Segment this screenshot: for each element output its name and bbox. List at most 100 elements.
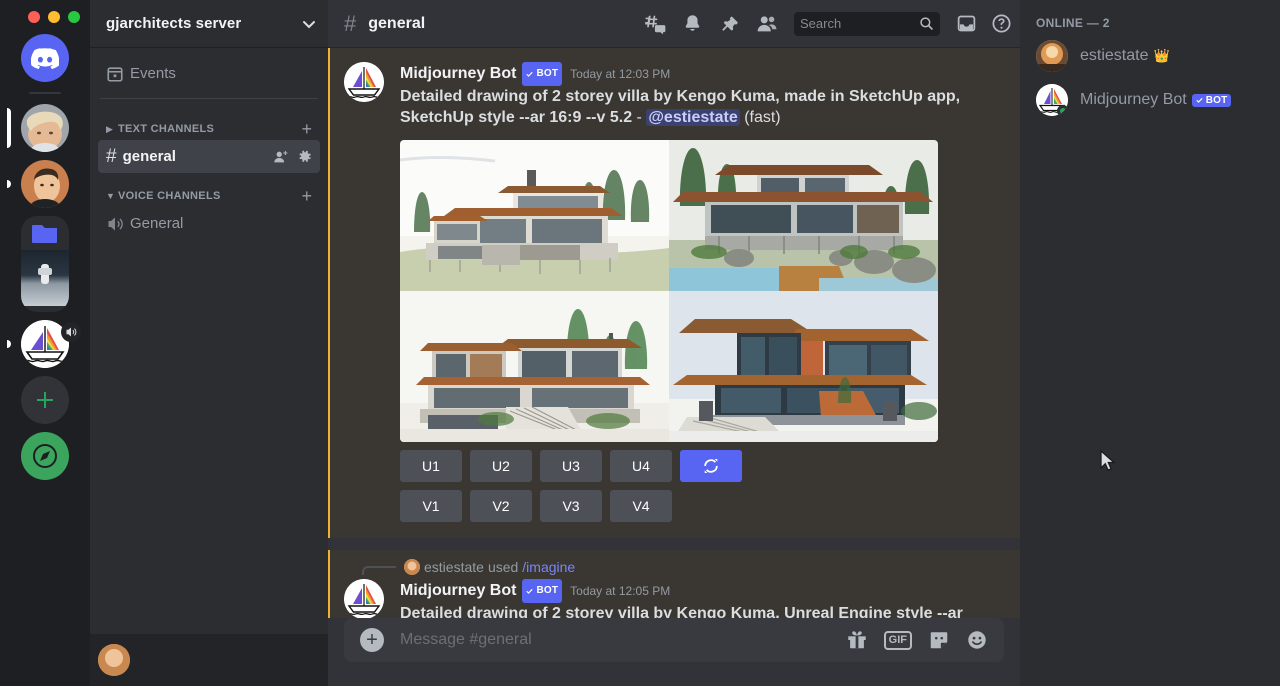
channel-sidebar: gjarchitects server Events ▶ TEXT CHANNE…	[90, 0, 328, 686]
message-input-placeholder[interactable]: Message #general	[400, 631, 830, 649]
sidebar-item-events[interactable]: Events	[98, 57, 320, 90]
verified-check-icon	[1196, 97, 1203, 103]
edit-channel-icon[interactable]	[297, 149, 312, 164]
message-group-1: Midjourney Bot BOT Today at 12:03 PM Det…	[328, 48, 1020, 538]
server-header-dropdown[interactable]: gjarchitects server	[90, 0, 328, 48]
sidebar-divider	[100, 98, 318, 99]
variation-v2-button[interactable]: V2	[470, 490, 532, 522]
sticker-icon[interactable]	[928, 629, 950, 651]
upload-attachment-button[interactable]: +	[360, 628, 384, 652]
close-window-button[interactable]	[28, 11, 40, 23]
hash-icon: #	[106, 145, 117, 167]
chevron-down-icon[interactable]	[300, 15, 318, 33]
notification-bell-icon[interactable]	[682, 13, 703, 34]
member-item-midjourney-bot[interactable]: Midjourney Bot BOT	[1028, 78, 1272, 122]
avatar[interactable]	[98, 644, 130, 676]
avatar[interactable]	[344, 62, 384, 102]
calendar-icon	[106, 65, 124, 83]
avatar[interactable]	[404, 558, 420, 575]
command-user[interactable]: estiestate	[424, 559, 484, 575]
help-icon[interactable]	[991, 13, 1012, 34]
server-unread-indicator	[7, 180, 11, 188]
category-voice-channels[interactable]: ▼ VOICE CHANNELS +	[98, 174, 320, 206]
member-item-estiestate[interactable]: estiestate 👑	[1028, 34, 1272, 78]
verified-check-icon	[526, 71, 534, 77]
gift-icon[interactable]	[846, 629, 868, 651]
message-input-box[interactable]: + Message #general GIF	[344, 618, 1004, 662]
explore-servers-button[interactable]	[9, 432, 81, 480]
server-avatar-3[interactable]	[21, 250, 69, 306]
avatar[interactable]	[344, 579, 384, 618]
variation-v3-button[interactable]: V3	[540, 490, 602, 522]
user-photo-icon	[1036, 40, 1068, 72]
user-photo-icon	[21, 104, 69, 152]
architecture-render-2	[669, 140, 938, 291]
speaker-icon	[66, 327, 77, 337]
message-scrollbar[interactable]	[1010, 88, 1018, 612]
upscale-u1-button[interactable]: U1	[400, 450, 462, 482]
message-list[interactable]: Midjourney Bot BOT Today at 12:03 PM Det…	[328, 48, 1020, 618]
compass-icon[interactable]	[21, 432, 69, 480]
avatar[interactable]	[1036, 40, 1068, 72]
chevron-down-icon[interactable]: ▼	[106, 191, 116, 201]
search-icon[interactable]	[919, 16, 934, 31]
server-folder-group[interactable]	[21, 216, 69, 312]
threads-icon[interactable]	[644, 13, 666, 35]
pinned-messages-icon[interactable]	[719, 13, 740, 34]
bot-tag-label: BOT	[536, 585, 559, 596]
gif-icon[interactable]: GIF	[883, 630, 912, 650]
reroll-button[interactable]	[680, 450, 742, 482]
server-item-1[interactable]	[7, 104, 81, 152]
minimize-window-button[interactable]	[48, 11, 60, 23]
chevron-right-icon[interactable]: ▶	[106, 124, 116, 135]
user-panel[interactable]	[90, 634, 328, 686]
server-item-midjourney[interactable]	[7, 320, 81, 368]
add-a-server-button[interactable]	[9, 376, 81, 424]
inbox-icon[interactable]	[956, 13, 977, 34]
create-channel-icon[interactable]: +	[301, 187, 312, 205]
server-active-indicator	[7, 108, 11, 148]
architecture-render-3	[400, 291, 669, 442]
sidebar-item-general-text[interactable]: # general	[98, 140, 320, 173]
maximize-window-button[interactable]	[68, 11, 80, 23]
grid-quadrant-4[interactable]	[669, 291, 938, 442]
upscale-u2-button[interactable]: U2	[470, 450, 532, 482]
server-rail	[0, 0, 90, 686]
search-placeholder: Search	[800, 16, 842, 31]
search-input[interactable]: Search	[794, 11, 940, 36]
server-item-2[interactable]	[7, 160, 81, 208]
attachment-image-grid[interactable]	[400, 140, 938, 442]
grid-quadrant-2[interactable]	[669, 140, 938, 291]
category-text-channels[interactable]: ▶ TEXT CHANNELS +	[98, 107, 320, 139]
member-list-icon[interactable]	[756, 13, 778, 35]
rail-divider	[29, 92, 61, 94]
upscale-u4-button[interactable]: U4	[610, 450, 672, 482]
sidebar-item-general-voice[interactable]: General	[98, 207, 320, 240]
server-item-home[interactable]	[9, 34, 81, 82]
midjourney-image-grid[interactable]	[400, 140, 938, 442]
grid-quadrant-1[interactable]	[400, 140, 669, 291]
architecture-render-4	[669, 291, 938, 442]
variation-v4-button[interactable]: V4	[610, 490, 672, 522]
emoji-icon[interactable]	[966, 629, 988, 651]
folder-icon	[32, 225, 57, 243]
message-author[interactable]: Midjourney Bot	[400, 63, 516, 85]
server-avatar-1[interactable]	[21, 104, 69, 152]
create-channel-icon[interactable]: +	[301, 120, 312, 138]
create-invite-icon[interactable]	[273, 149, 289, 165]
mention[interactable]: @estiestate	[646, 109, 740, 126]
channel-header: # general Search	[328, 0, 1020, 48]
variation-v1-button[interactable]: V1	[400, 490, 462, 522]
upscale-u3-button[interactable]: U3	[540, 450, 602, 482]
grid-quadrant-3[interactable]	[400, 291, 669, 442]
avatar[interactable]	[1036, 84, 1068, 116]
slash-command[interactable]: /imagine	[522, 559, 575, 575]
command-reference: estiestate used /imagine	[328, 554, 972, 575]
server-avatar-2[interactable]	[21, 160, 69, 208]
window-controls[interactable]	[28, 11, 80, 23]
message-author[interactable]: Midjourney Bot	[400, 580, 516, 602]
plus-icon[interactable]	[21, 376, 69, 424]
server-folder[interactable]	[9, 216, 81, 312]
discord-logo-icon[interactable]	[21, 34, 69, 82]
message-text: Detailed drawing of 2 storey villa by Ke…	[400, 603, 965, 618]
